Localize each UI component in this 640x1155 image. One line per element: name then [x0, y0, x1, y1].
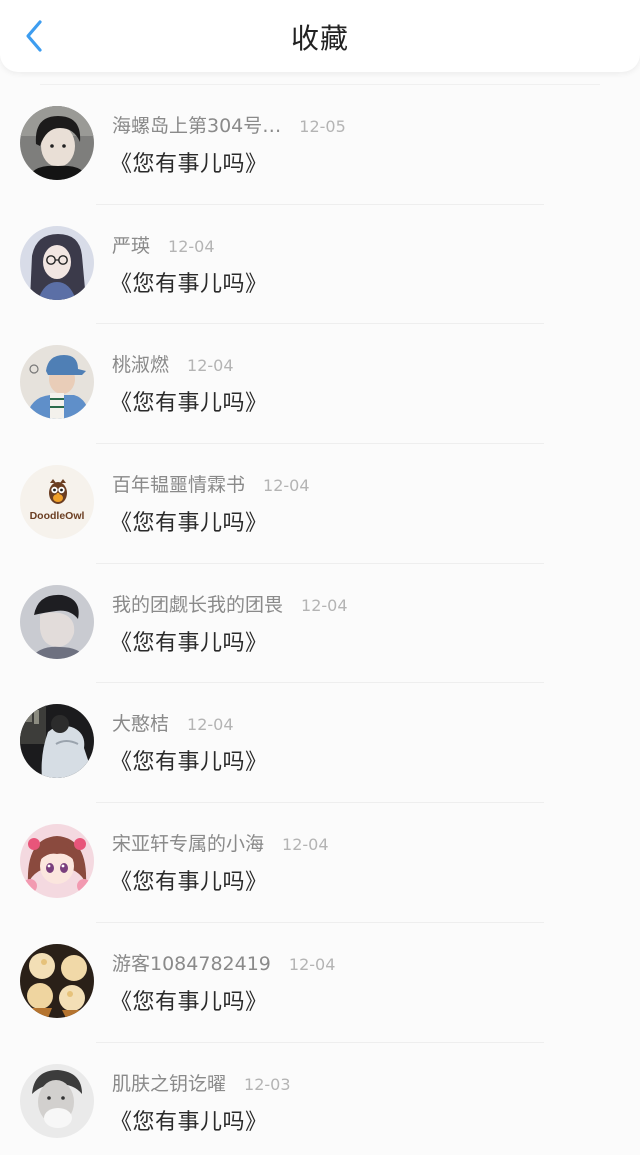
username[interactable]: 百年韫噩情霖书: [112, 470, 245, 497]
list-item[interactable]: 肌肤之钥讫曜 12-03 《您有事儿吗》: [0, 1041, 640, 1155]
date: 12-04: [288, 954, 336, 974]
avatar[interactable]: [20, 943, 94, 1018]
list-item[interactable]: 游客1084782419 12-04 《您有事儿吗》: [0, 921, 640, 1042]
date: 12-04: [301, 595, 348, 615]
item-meta: 桃淑燃 12-04: [112, 350, 234, 377]
page-title: 收藏: [290, 22, 349, 55]
avatar[interactable]: [20, 824, 94, 899]
username[interactable]: 我的团觑长我的团畏: [112, 590, 283, 617]
avatar-boy-dark-hair-icon: [20, 106, 94, 180]
list-item[interactable]: 宋亚轩专属的小海 12-04 《您有事儿吗》: [0, 802, 640, 922]
item-meta: 海螺岛上第304号… 12-05: [112, 111, 346, 138]
item-meta: 百年韫噩情霖书 12-04: [112, 470, 310, 497]
avatar[interactable]: [20, 345, 94, 420]
date: 12-04: [187, 715, 234, 735]
date: 12-04: [187, 356, 234, 376]
item-title[interactable]: 《您有事儿吗》: [110, 266, 268, 298]
date: 12-04: [263, 476, 310, 496]
username[interactable]: 严瑛: [112, 231, 150, 258]
item-title[interactable]: 《您有事儿吗》: [110, 864, 268, 896]
avatar-cupcakes-icon: [20, 943, 94, 1018]
avatar[interactable]: [20, 225, 94, 300]
username[interactable]: 宋亚轩专属的小海: [112, 829, 264, 856]
avatar[interactable]: [20, 1063, 94, 1138]
list-item[interactable]: DoodleOwl 百年韫噩情霖书 12-04 《您有事儿吗》: [0, 443, 640, 563]
item-title[interactable]: 《您有事儿吗》: [110, 146, 268, 178]
username[interactable]: 海螺岛上第304号…: [112, 111, 281, 138]
list-item[interactable]: 严瑛 12-04 《您有事儿吗》: [0, 203, 640, 324]
item-meta: 游客1084782419 12-04: [112, 949, 335, 976]
list-item[interactable]: 我的团觑长我的团畏 12-04 《您有事儿吗》: [0, 562, 640, 683]
item-title[interactable]: 《您有事儿吗》: [110, 505, 268, 537]
item-meta: 肌肤之钥讫曜 12-03: [112, 1069, 291, 1096]
item-meta: 大憨桔 12-04: [112, 709, 234, 736]
username[interactable]: 桃淑燃: [112, 350, 169, 377]
avatar[interactable]: [20, 584, 94, 659]
date: 12-05: [299, 117, 346, 136]
item-title[interactable]: 《您有事儿吗》: [110, 984, 268, 1016]
username[interactable]: 大憨桔: [112, 709, 169, 736]
top-bar: 收藏: [0, 0, 640, 72]
item-title[interactable]: 《您有事儿吗》: [110, 744, 268, 776]
favorites-screen: 收藏 海螺岛上第304号… 12-05 《您有事儿吗》 严瑛 12-04 《您有…: [0, 0, 640, 1155]
avatar-anime-girl-icon: [20, 824, 94, 899]
item-title[interactable]: 《您有事儿吗》: [110, 385, 268, 417]
item-meta: 宋亚轩专属的小海 12-04: [112, 829, 329, 856]
list-item[interactable]: 桃淑燃 12-04 《您有事儿吗》: [0, 323, 640, 443]
item-title[interactable]: 《您有事儿吗》: [110, 1104, 268, 1136]
avatar-doodleowl-logo-icon: DoodleOwl: [20, 465, 94, 540]
avatar-logo-text: DoodleOwl: [30, 510, 85, 522]
list-item[interactable]: 大憨桔 12-04 《您有事儿吗》: [0, 682, 640, 802]
date: 12-03: [244, 1074, 291, 1094]
favorites-list: 海螺岛上第304号… 12-05 《您有事儿吗》 严瑛 12-04 《您有事儿吗…: [0, 84, 640, 1155]
item-meta: 严瑛 12-04: [112, 231, 215, 258]
username[interactable]: 肌肤之钥讫曜: [112, 1069, 226, 1096]
avatar[interactable]: DoodleOwl: [20, 465, 94, 540]
username[interactable]: 游客1084782419: [112, 949, 271, 976]
avatar[interactable]: [20, 704, 94, 779]
avatar-girl-glasses-icon: [20, 225, 94, 300]
date: 12-04: [168, 236, 215, 256]
avatar-man-bw-icon: [20, 1063, 94, 1138]
avatar[interactable]: [20, 106, 94, 180]
item-meta: 我的团觑长我的团畏 12-04: [112, 590, 348, 617]
date: 12-04: [282, 835, 329, 855]
avatar-man-profile-icon: [20, 584, 94, 659]
avatar-dark-photo-icon: [20, 704, 94, 779]
list-item[interactable]: 海螺岛上第304号… 12-05 《您有事儿吗》: [0, 84, 640, 204]
avatar-boy-blue-cap-icon: [20, 345, 94, 420]
item-title[interactable]: 《您有事儿吗》: [110, 625, 268, 657]
